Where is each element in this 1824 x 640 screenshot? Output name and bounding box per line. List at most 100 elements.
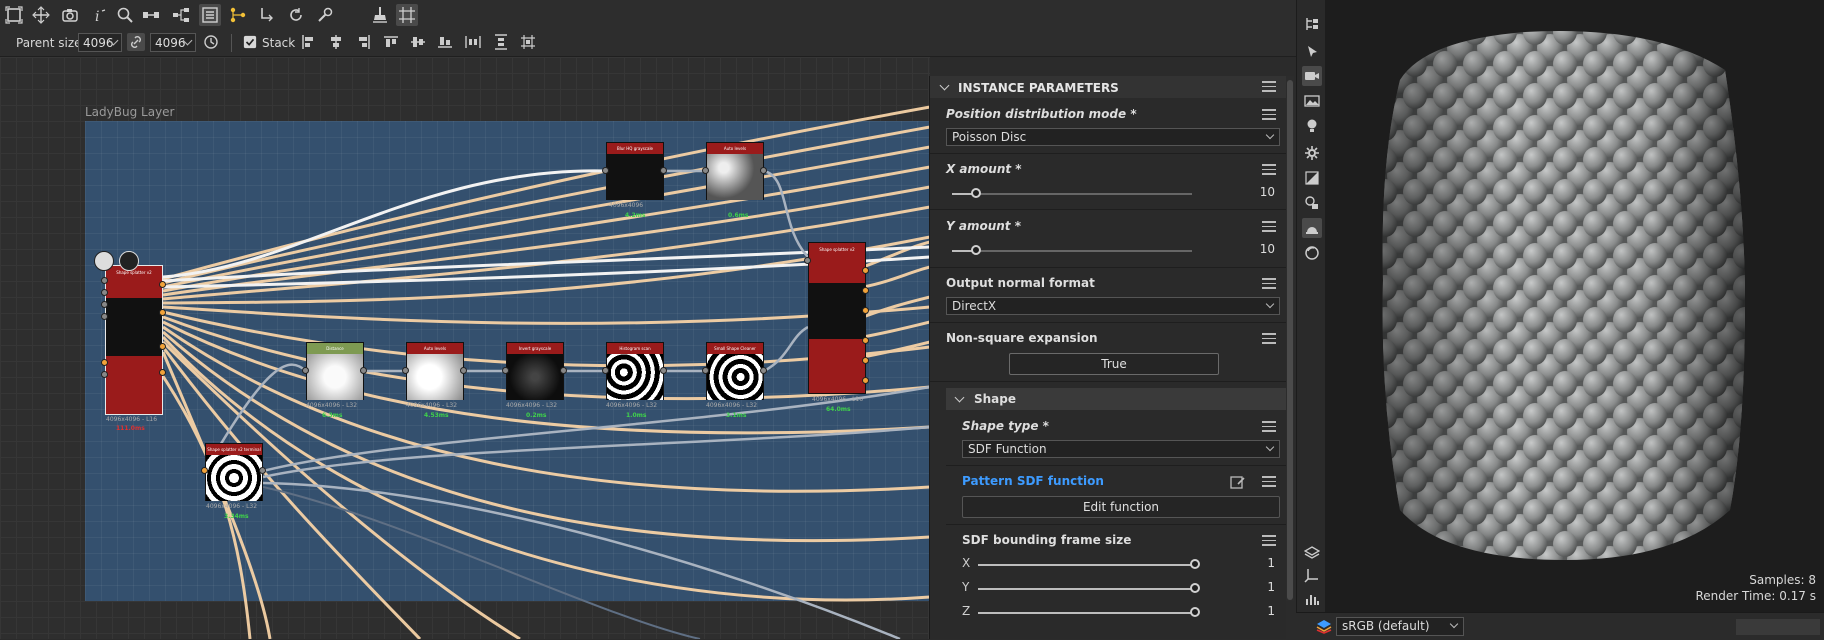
node-input-port[interactable] (201, 467, 208, 474)
scene-tree-icon[interactable] (1302, 14, 1322, 34)
axis-z-slider-track[interactable] (978, 612, 1194, 614)
axis-x-slider-track[interactable] (978, 564, 1194, 566)
sphere-icon[interactable] (1302, 243, 1322, 263)
node-invert-grayscale[interactable]: Invert grayscale (506, 342, 564, 400)
node-output-port[interactable] (159, 309, 166, 316)
stack-checkbox[interactable] (243, 33, 257, 51)
node-output-port[interactable] (360, 367, 367, 374)
layers-icon[interactable] (1302, 542, 1322, 562)
align-middle-icon[interactable] (409, 33, 427, 51)
param-menu-icon[interactable] (1262, 421, 1276, 433)
x-amount-value[interactable]: 10 (1245, 185, 1275, 199)
node-input-port[interactable] (101, 301, 108, 308)
edit-graph-icon[interactable] (1230, 474, 1246, 490)
node-output-port[interactable] (159, 343, 166, 350)
node-output-port[interactable] (862, 307, 869, 314)
node-output-port[interactable] (259, 467, 266, 474)
y-amount-slider-track[interactable] (952, 250, 1192, 252)
panel-menu-icon[interactable] (1262, 81, 1276, 93)
axis-x-slider-handle[interactable] (1190, 559, 1200, 569)
shape-section-header[interactable]: Shape (946, 388, 1286, 410)
material-ball-icon[interactable] (1302, 218, 1322, 238)
frame-all-icon[interactable] (3, 4, 25, 26)
camera-icon[interactable] (59, 4, 81, 26)
axis-y-slider-track[interactable] (978, 588, 1194, 590)
hierarchy-icon[interactable] (170, 4, 192, 26)
x-amount-slider-track[interactable] (952, 193, 1192, 195)
node-shape-splatter-left[interactable]: Shape splatter v2 (105, 265, 163, 415)
node-output-port[interactable] (660, 367, 667, 374)
non-square-expansion-toggle[interactable]: True (1009, 353, 1219, 375)
search-icon[interactable] (114, 4, 136, 26)
node-output-port[interactable] (560, 367, 567, 374)
settings-gear-icon[interactable] (1302, 143, 1322, 163)
chevron-down-icon[interactable] (939, 80, 950, 91)
graph-layout-icon[interactable] (227, 4, 249, 26)
node-input-port[interactable] (602, 367, 609, 374)
position-distribution-select[interactable]: Poisson Disc (946, 128, 1280, 146)
node-shape-splatter-terminal[interactable]: Shape splatter v2 terminal (205, 443, 263, 501)
node-output-port[interactable] (862, 377, 869, 384)
param-menu-icon[interactable] (1262, 278, 1276, 290)
panel-view-icon[interactable] (199, 4, 221, 26)
node-shape-splatter-right[interactable]: Shape splatter v2 (808, 242, 866, 394)
panel-scrollbar-thumb[interactable] (1287, 80, 1293, 600)
wrench-icon[interactable] (314, 4, 336, 26)
node-small-shape-cleaner[interactable]: Small Shape Cleaner (706, 342, 764, 400)
paint-brush-icon[interactable] (369, 4, 391, 26)
color-layers-icon[interactable] (1316, 618, 1332, 634)
node-output-port[interactable] (460, 367, 467, 374)
x-amount-slider-handle[interactable] (971, 188, 981, 198)
node-auto-levels-top[interactable]: Auto levels (706, 142, 764, 200)
node-input-port[interactable] (101, 371, 108, 378)
shape-type-select[interactable]: SDF Function (962, 440, 1280, 458)
param-menu-icon[interactable] (1262, 476, 1276, 488)
link-nodes-icon[interactable] (140, 4, 162, 26)
node-input-port[interactable] (101, 277, 108, 284)
axis-gizmo-icon[interactable] (1302, 565, 1322, 585)
y-amount-slider-handle[interactable] (971, 245, 981, 255)
colorspace-select[interactable]: sRGB (default) (1336, 617, 1464, 636)
node-input-port[interactable] (402, 367, 409, 374)
node-input-port[interactable] (502, 367, 509, 374)
document-icon[interactable] (94, 251, 114, 271)
node-histogram-scan[interactable]: Histogram scan (606, 342, 664, 400)
info-icon[interactable]: i (88, 4, 110, 26)
environment-image-icon[interactable] (1302, 91, 1322, 111)
align-center-icon[interactable] (327, 33, 345, 51)
align-left-icon[interactable] (300, 33, 318, 51)
align-nodes-icon[interactable] (256, 4, 278, 26)
param-menu-icon[interactable] (1262, 333, 1276, 345)
align-right-icon[interactable] (354, 33, 372, 51)
node-output-port[interactable] (862, 357, 869, 364)
param-menu-icon[interactable] (1262, 164, 1276, 176)
output-normal-format-select[interactable]: DirectX (946, 297, 1280, 315)
node-auto-levels[interactable]: Auto levels (406, 342, 464, 400)
close-icon[interactable] (119, 251, 139, 271)
node-output-port[interactable] (159, 369, 166, 376)
node-output-port[interactable] (760, 367, 767, 374)
node-input-port[interactable] (702, 367, 709, 374)
link-size-icon[interactable] (127, 33, 145, 51)
y-amount-value[interactable]: 10 (1245, 242, 1275, 256)
node-input-port[interactable] (602, 167, 609, 174)
node-input-port[interactable] (101, 313, 108, 320)
panel-header[interactable]: INSTANCE PARAMETERS (930, 76, 1286, 98)
param-menu-icon[interactable] (1262, 535, 1276, 547)
crop-grid-icon[interactable] (396, 4, 418, 26)
axis-y-slider-handle[interactable] (1190, 583, 1200, 593)
histogram-icon[interactable] (1302, 589, 1322, 609)
node-output-port[interactable] (660, 167, 667, 174)
fit-selection-icon[interactable] (30, 4, 52, 26)
select-cursor-icon[interactable] (1302, 42, 1322, 62)
node-output-port[interactable] (862, 267, 869, 274)
video-camera-icon[interactable] (1302, 66, 1322, 86)
param-menu-icon[interactable] (1262, 109, 1276, 121)
refresh-icon[interactable] (285, 4, 307, 26)
node-distance[interactable]: Distance (306, 342, 364, 400)
lightbulb-icon[interactable] (1302, 116, 1322, 136)
axis-x-value[interactable]: 1 (1245, 556, 1275, 570)
node-output-port[interactable] (862, 287, 869, 294)
node-input-port[interactable] (101, 289, 108, 296)
param-menu-icon[interactable] (1262, 221, 1276, 233)
